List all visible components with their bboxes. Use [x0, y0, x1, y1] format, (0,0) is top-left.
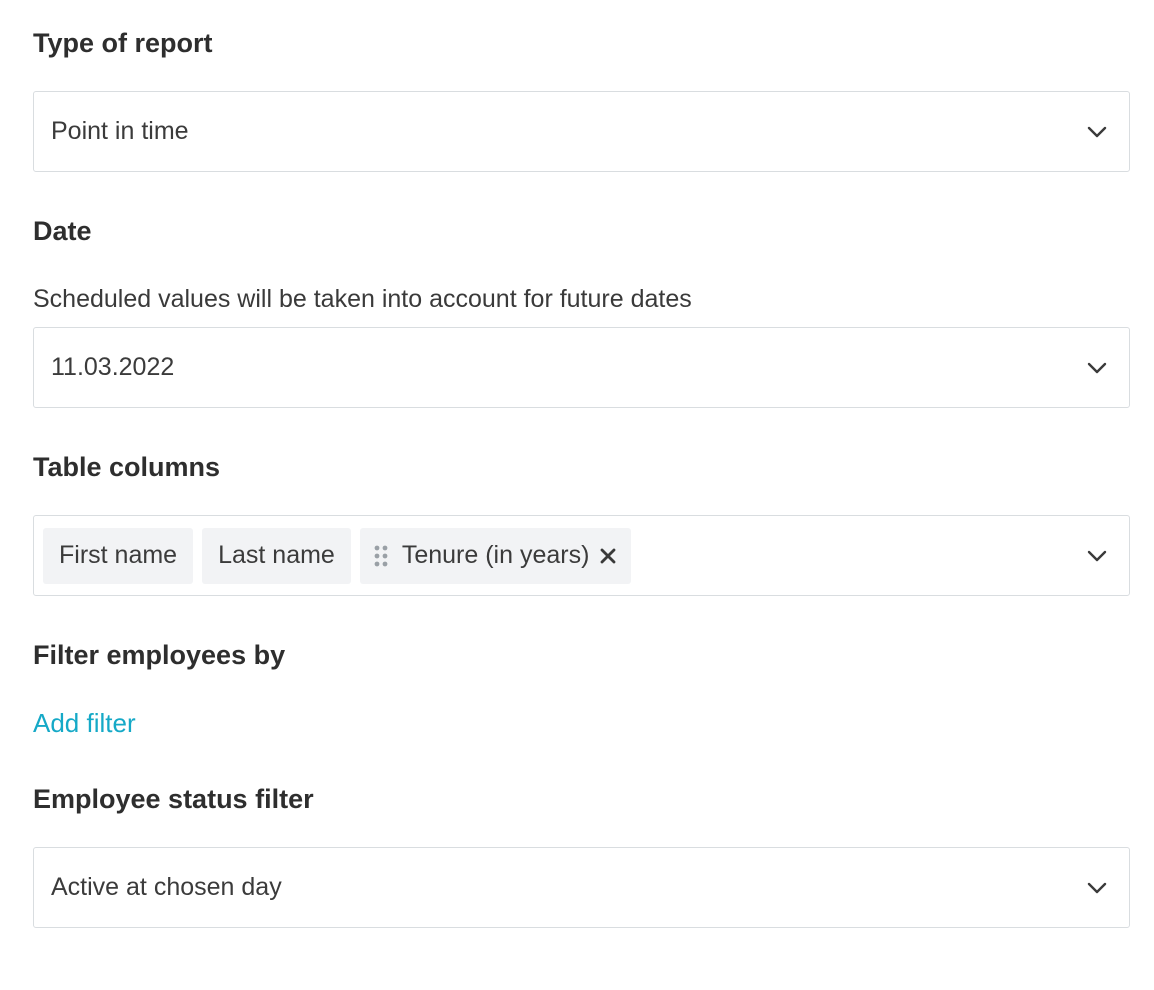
report-type-label: Type of report	[33, 28, 213, 58]
report-settings-form: Type of report Point in time Date Schedu…	[0, 0, 1154, 990]
chip-label: First name	[59, 541, 178, 569]
report-type-value: Point in time	[51, 117, 189, 145]
table-columns-multiselect[interactable]: First name Last name Tenure (in years)	[33, 515, 1130, 596]
filter-employees-label: Filter employees by	[33, 640, 286, 670]
date-label: Date	[33, 216, 92, 246]
add-filter-link[interactable]: Add filter	[33, 707, 136, 739]
date-value: 11.03.2022	[51, 353, 175, 381]
chip-label: Tenure (in years)	[401, 541, 590, 569]
chevron-down-icon[interactable]	[1087, 362, 1107, 374]
employee-status-label: Employee status filter	[33, 784, 314, 814]
employee-status-select[interactable]: Active at chosen day	[33, 847, 1130, 928]
drag-handle-icon[interactable]	[374, 544, 388, 568]
chevron-down-icon[interactable]	[1087, 882, 1107, 894]
close-icon[interactable]	[599, 547, 617, 565]
date-select[interactable]: 11.03.2022	[33, 327, 1130, 408]
column-chip-last-name[interactable]: Last name	[202, 527, 351, 584]
chevron-down-icon[interactable]	[1087, 550, 1107, 562]
column-chip-first-name[interactable]: First name	[43, 527, 194, 584]
chevron-down-icon[interactable]	[1087, 126, 1107, 138]
column-chip-tenure[interactable]: Tenure (in years)	[359, 527, 632, 584]
employee-status-value: Active at chosen day	[51, 873, 282, 901]
column-chips: First name Last name Tenure (in years)	[43, 516, 632, 595]
table-columns-label: Table columns	[33, 452, 221, 482]
report-type-select[interactable]: Point in time	[33, 91, 1130, 172]
date-helper-text: Scheduled values will be taken into acco…	[33, 285, 692, 313]
chip-label: Last name	[218, 541, 335, 569]
